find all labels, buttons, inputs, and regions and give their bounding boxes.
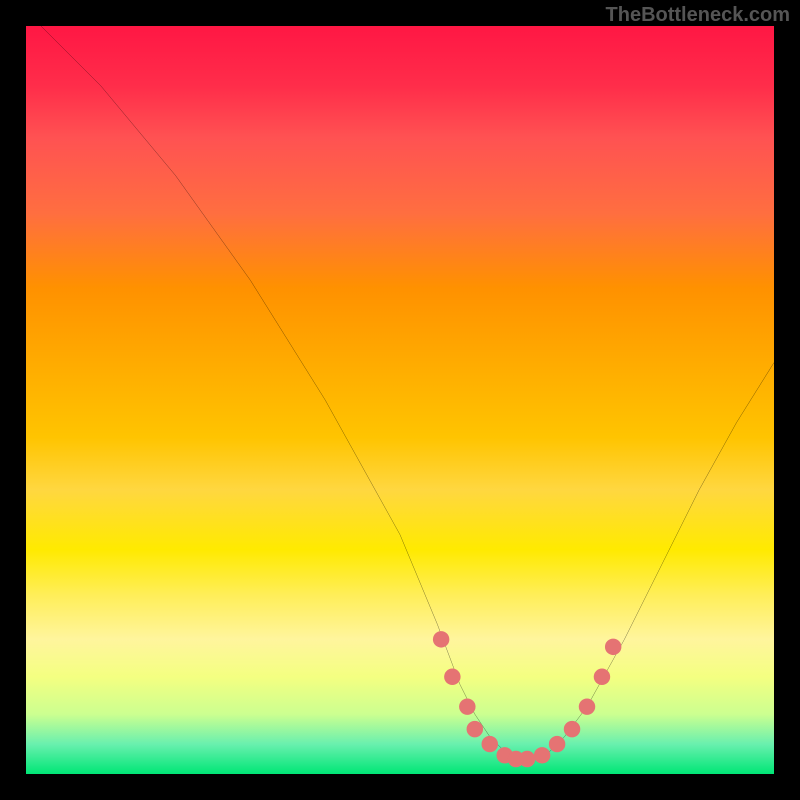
marker-dot [433,631,449,647]
marker-dot [594,669,610,685]
marker-dot [605,639,621,655]
watermark-text: TheBottleneck.com [606,4,790,27]
chart-svg [26,26,774,774]
marker-dot [564,721,580,737]
marker-dot [519,751,535,767]
plot-area [26,26,774,774]
marker-dot [549,736,565,752]
marker-dot [459,698,475,714]
marker-dot [534,747,550,763]
marker-dots [433,631,621,767]
bottleneck-curve [41,26,774,759]
marker-dot [444,669,460,685]
marker-dot [467,721,483,737]
marker-dot [482,736,498,752]
marker-dot [579,698,595,714]
